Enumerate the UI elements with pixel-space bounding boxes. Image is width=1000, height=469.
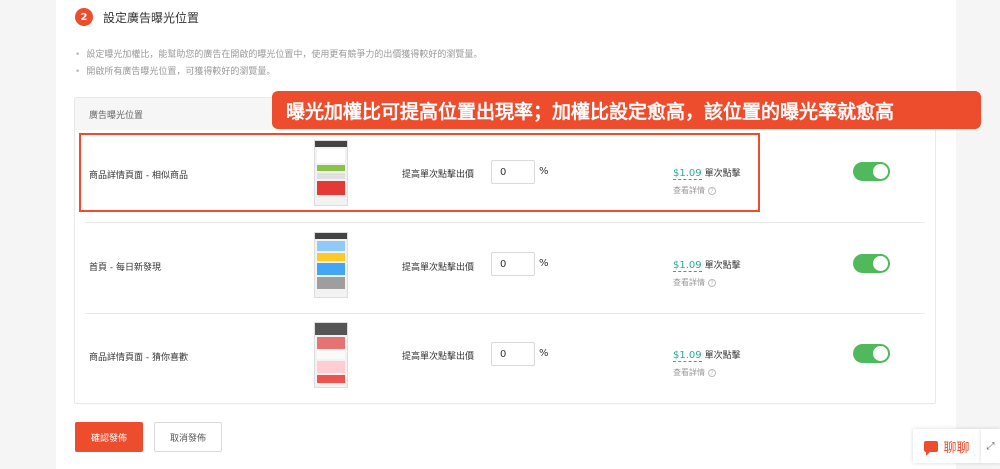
bid-increase-label: 提高單次點擊出價	[402, 263, 475, 273]
price-per-click: $1.09 單次點擊	[673, 258, 741, 272]
help-icon[interactable]: ?	[708, 369, 716, 377]
step-number-badge: 2	[75, 8, 93, 26]
placement-toggle[interactable]	[853, 162, 890, 181]
section-title: 設定廣告曝光位置	[103, 10, 200, 25]
chat-button[interactable]: 聊聊	[913, 429, 981, 463]
chat-label: 聊聊	[943, 440, 970, 456]
price-unit: 單次點擊	[704, 351, 741, 361]
highlight-box	[79, 133, 760, 212]
note-item: 開啟所有廣告曝光位置，可獲得較好的瀏覽量。	[75, 64, 482, 81]
table-row: 首頁 - 每日新發現 提高單次點擊出價 % $1.09單次點擊 查看詳情?	[75, 222, 935, 314]
price-per-click: $1.09 單次點擊	[673, 348, 741, 362]
view-details-label[interactable]: 查看詳情	[673, 368, 705, 377]
bid-increase-input[interactable]	[491, 342, 535, 366]
bid-increase-input[interactable]	[491, 252, 535, 276]
placement-toggle[interactable]	[853, 254, 890, 273]
percent-sign: %	[539, 348, 549, 359]
price-unit: 單次點擊	[704, 261, 741, 271]
help-icon[interactable]: ?	[708, 279, 716, 287]
placement-preview-image	[314, 322, 348, 388]
annotation-callout: 曝光加權比可提高位置出現率；加權比設定愈高，該位置的曝光率就愈高	[272, 91, 981, 129]
price-amount[interactable]: $1.09	[673, 260, 702, 272]
placement-label: 商品詳情頁面 - 猜你喜歡	[89, 353, 188, 363]
expand-chat-icon[interactable]: ⤢	[981, 429, 1000, 463]
percent-sign: %	[539, 258, 549, 269]
column-header-placement: 廣告曝光位置	[89, 110, 144, 121]
table-row: 商品詳情頁面 - 猜你喜歡 提高單次點擊出價 % $1.09單次點擊 查看詳情?	[75, 313, 935, 405]
view-details-link[interactable]: 查看詳情?	[673, 277, 716, 288]
view-details-label[interactable]: 查看詳情	[673, 278, 705, 287]
toggle-knob	[873, 164, 888, 179]
placement-label: 首頁 - 每日新發現	[89, 263, 161, 273]
note-item: 設定曝光加權比，能幫助您的廣告在開啟的曝光位置中，使用更有競爭力的出價獲得較好的…	[75, 47, 482, 64]
notes-list: 設定曝光加權比，能幫助您的廣告在開啟的曝光位置中，使用更有競爭力的出價獲得較好的…	[75, 47, 482, 81]
view-details-link[interactable]: 查看詳情?	[673, 367, 716, 378]
bid-increase-label: 提高單次點擊出價	[402, 352, 475, 362]
toggle-knob	[873, 256, 888, 271]
placement-toggle[interactable]	[853, 344, 890, 363]
toggle-knob	[873, 346, 888, 361]
confirm-publish-button[interactable]: 確認發佈	[75, 422, 143, 452]
cancel-publish-button[interactable]: 取消發佈	[154, 422, 222, 452]
price-amount[interactable]: $1.09	[673, 350, 702, 362]
section-header: 2 設定廣告曝光位置	[75, 8, 199, 26]
chat-bubble-icon	[924, 440, 939, 456]
placement-preview-image	[314, 232, 348, 298]
